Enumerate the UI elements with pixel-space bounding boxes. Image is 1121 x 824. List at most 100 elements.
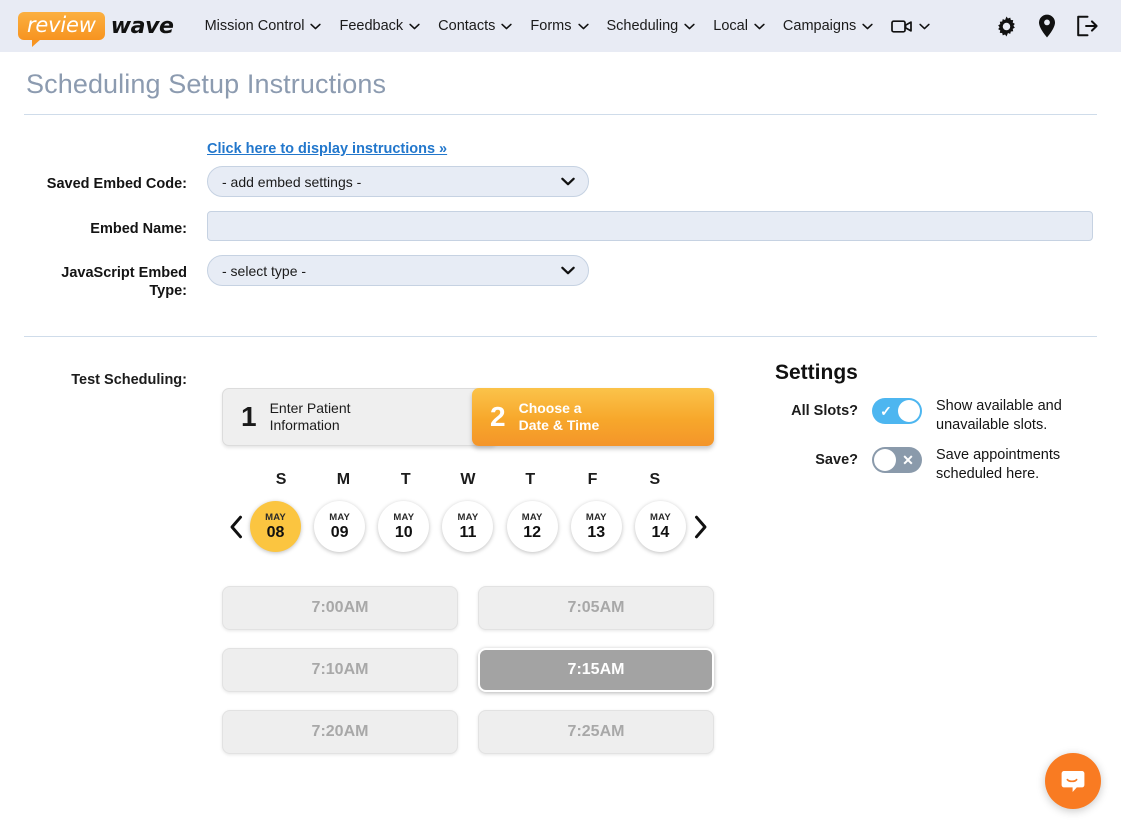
page-title: Scheduling Setup Instructions [24,52,1097,114]
day-number: 10 [395,524,413,542]
nav-item-feedback[interactable]: Feedback [330,12,429,40]
day-list: MAY 08 MAY 09 MAY 10 [250,501,686,552]
chevron-right-icon [693,515,708,539]
step-label: Enter Patient Information [270,400,351,434]
day-of-week-header: F [561,471,623,489]
close-icon: ✕ [896,447,920,473]
logo-review-text: review [27,13,96,37]
previous-week-button[interactable] [222,515,250,539]
nav-item-label: Scheduling [607,18,679,34]
day-cell-may-14[interactable]: MAY 14 [635,501,686,552]
next-week-button[interactable] [686,515,714,539]
nav-item-contacts[interactable]: Contacts [429,12,521,40]
day-of-week-header: W [437,471,499,489]
save-label: Save? [775,444,872,468]
saved-embed-code-label: Saved Embed Code: [24,166,207,193]
day-of-week-header: T [375,471,437,489]
logo-wave-text: wave [111,14,174,39]
nav-item-campaigns[interactable]: Campaigns [774,12,882,40]
embed-name-input[interactable] [207,211,1093,241]
step-label-line2: Information [270,417,340,433]
day-cell-may-13[interactable]: MAY 13 [571,501,622,552]
step-label: Choose a Date & Time [519,400,600,434]
day-cell-may-10[interactable]: MAY 10 [378,501,429,552]
setting-row-all-slots: All Slots? ✓ Show available and unavaila… [775,395,1097,434]
saved-embed-code-select[interactable]: - add embed settings - [207,166,589,197]
nav-item-label: Forms [530,18,571,34]
javascript-embed-type-label: JavaScript Embed Type: [24,255,207,300]
check-icon: ✓ [874,398,898,424]
embed-settings-form: Click here to display instructions » Sav… [24,115,1097,336]
nav-item-forms[interactable]: Forms [521,12,597,40]
day-month: MAY [586,512,607,523]
chevron-down-icon [754,23,765,30]
nav-item-label: Campaigns [783,18,856,34]
logo-bubble: review [18,12,105,40]
day-of-week-header: S [624,471,686,489]
setting-row-save: Save? ✕ Save appointments scheduled here… [775,444,1097,483]
nav-item-label: Contacts [438,18,495,34]
step-number: 2 [490,403,506,431]
day-cell-may-08[interactable]: MAY 08 [250,501,301,552]
embed-name-label: Embed Name: [24,211,207,238]
top-navigation-bar: review wave Mission Control Feedback Con… [0,0,1121,52]
time-slot-710am[interactable]: 7:10AM [222,648,458,692]
day-number: 14 [652,524,670,542]
step-label-line2: Date & Time [519,417,600,433]
chevron-down-icon [561,177,575,186]
chevron-down-icon [578,23,589,30]
all-slots-toggle[interactable]: ✓ [872,398,922,424]
day-month: MAY [329,512,350,523]
javascript-embed-type-select[interactable]: - select type - [207,255,589,286]
step-number: 1 [241,403,257,431]
time-slot-720am[interactable]: 7:20AM [222,710,458,754]
step-tab-enter-patient-information[interactable]: 1 Enter Patient Information [222,388,497,446]
time-slot-700am[interactable]: 7:00AM [222,586,458,630]
all-slots-label: All Slots? [775,395,872,419]
day-number: 13 [587,524,605,542]
embed-name-row: Embed Name: [24,211,1097,241]
nav-item-mission-control[interactable]: Mission Control [196,12,331,40]
step-label-line1: Enter Patient [270,400,351,416]
gear-icon[interactable] [995,15,1018,38]
time-slot-725am[interactable]: 7:25AM [478,710,714,754]
toggle-knob [874,449,896,471]
nav-item-label: Feedback [339,18,403,34]
location-pin-icon[interactable] [1038,14,1056,38]
nav-item-scheduling[interactable]: Scheduling [598,12,705,40]
settings-column: Settings All Slots? ✓ Show available and… [750,361,1097,754]
day-of-week-header: M [312,471,374,489]
day-month: MAY [393,512,414,523]
day-cell-may-11[interactable]: MAY 11 [442,501,493,552]
chevron-down-icon [561,266,575,275]
chat-launcher-button[interactable] [1045,753,1101,809]
chevron-down-icon [409,23,420,30]
day-of-week-header: S [250,471,312,489]
day-number: 08 [267,524,285,542]
page-body: Scheduling Setup Instructions Click here… [0,52,1121,754]
chat-bubble-icon [1059,767,1087,795]
chevron-down-icon [684,23,695,30]
day-of-week-header-row: S M T W T F S [250,471,686,489]
day-month: MAY [650,512,671,523]
logout-icon[interactable] [1076,15,1099,37]
reviewwave-logo[interactable]: review wave [18,12,174,40]
step-tab-choose-date-time[interactable]: 2 Choose a Date & Time [472,388,714,446]
instructions-link-row: Click here to display instructions » [24,141,1097,157]
day-cell-may-12[interactable]: MAY 12 [507,501,558,552]
nav-item-local[interactable]: Local [704,12,774,40]
toggle-knob [898,400,920,422]
scheduling-widget-column: Test Scheduling: 1 Enter Patient Informa… [24,361,750,754]
app-window: review wave Mission Control Feedback Con… [0,0,1121,824]
day-number: 12 [523,524,541,542]
scheduling-widget: 1 Enter Patient Information 2 Choose a D… [222,388,750,754]
day-cell-may-09[interactable]: MAY 09 [314,501,365,552]
chevron-down-icon [862,23,873,30]
time-slot-715am[interactable]: 7:15AM [478,648,714,692]
time-slot-705am[interactable]: 7:05AM [478,586,714,630]
display-instructions-link[interactable]: Click here to display instructions » [207,141,447,157]
day-number: 11 [460,524,477,542]
nav-item-video-menu[interactable] [882,13,939,40]
step-label-line1: Choose a [519,400,582,416]
save-toggle[interactable]: ✕ [872,447,922,473]
